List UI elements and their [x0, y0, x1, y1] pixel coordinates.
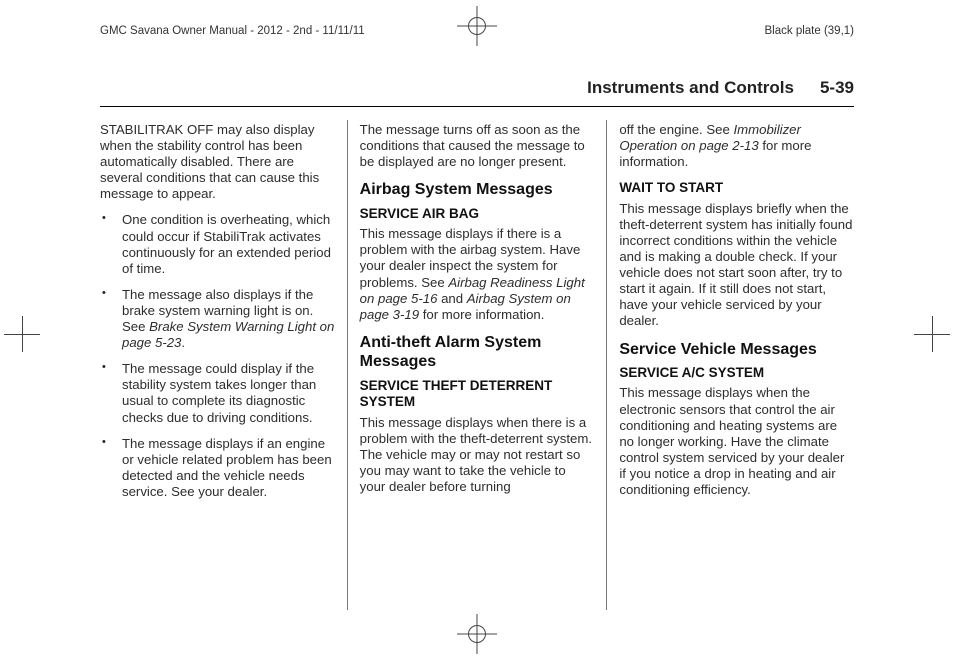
- paragraph: off the engine. See Immobilizer Operatio…: [619, 122, 854, 170]
- paragraph: This message displays if there is a prob…: [360, 226, 595, 323]
- subheading-service-air-bag: SERVICE AIR BAG: [360, 206, 595, 222]
- registration-mark-icon: [457, 614, 497, 654]
- registration-mark-side-icon: [914, 316, 950, 352]
- intro-paragraph: STABILITRAK OFF may also display when th…: [100, 122, 335, 202]
- section-header: Instruments and Controls 5-39: [100, 78, 854, 107]
- list-item: The message displays if an engine or veh…: [100, 436, 335, 500]
- manual-title-label: GMC Savana Owner Manual - 2012 - 2nd - 1…: [100, 25, 365, 37]
- list-item: The message also displays if the brake s…: [100, 287, 335, 351]
- page-number: 5-39: [820, 78, 854, 98]
- list-item-text: One condition is overheating, which coul…: [122, 212, 331, 275]
- heading-antitheft-messages: Anti-theft Alarm System Messages: [360, 333, 595, 372]
- section-title: Instruments and Controls: [587, 78, 794, 98]
- column-3: off the engine. See Immobilizer Operatio…: [606, 120, 854, 610]
- list-item-text: The message displays if an engine or veh…: [122, 436, 332, 499]
- page-root: GMC Savana Owner Manual - 2012 - 2nd - 1…: [0, 0, 954, 668]
- body-columns: STABILITRAK OFF may also display when th…: [100, 120, 854, 610]
- column-2: The message turns off as soon as the con…: [347, 120, 607, 610]
- text-post: for more information.: [419, 307, 544, 322]
- paragraph: The message turns off as soon as the con…: [360, 122, 595, 170]
- heading-service-vehicle-messages: Service Vehicle Messages: [619, 340, 854, 360]
- list-item-text-post: .: [181, 335, 185, 350]
- registration-mark-side-icon: [4, 316, 40, 352]
- registration-mark-icon: [457, 6, 497, 46]
- subheading-service-theft-deterrent: SERVICE THEFT DETERRENT SYSTEM: [360, 378, 595, 411]
- paragraph: This message displays when there is a pr…: [360, 415, 595, 495]
- list-item-text: The message could display if the stabili…: [122, 361, 316, 424]
- list-item: One condition is overheating, which coul…: [100, 212, 335, 276]
- text-mid: and: [437, 291, 466, 306]
- subheading-service-ac-system: SERVICE A/C SYSTEM: [619, 365, 854, 381]
- heading-airbag-messages: Airbag System Messages: [360, 180, 595, 200]
- paragraph: This message displays when the electroni…: [619, 385, 854, 498]
- column-1: STABILITRAK OFF may also display when th…: [100, 120, 347, 610]
- subheading-wait-to-start: WAIT TO START: [619, 180, 854, 196]
- cross-reference: Brake System Warning Light on page 5-23: [122, 319, 334, 350]
- text-pre: off the engine. See: [619, 122, 733, 137]
- plate-label: Black plate (39,1): [765, 25, 855, 37]
- list-item: The message could display if the stabili…: [100, 361, 335, 425]
- bullet-list: One condition is overheating, which coul…: [100, 212, 335, 500]
- paragraph: This message displays briefly when the t…: [619, 201, 854, 330]
